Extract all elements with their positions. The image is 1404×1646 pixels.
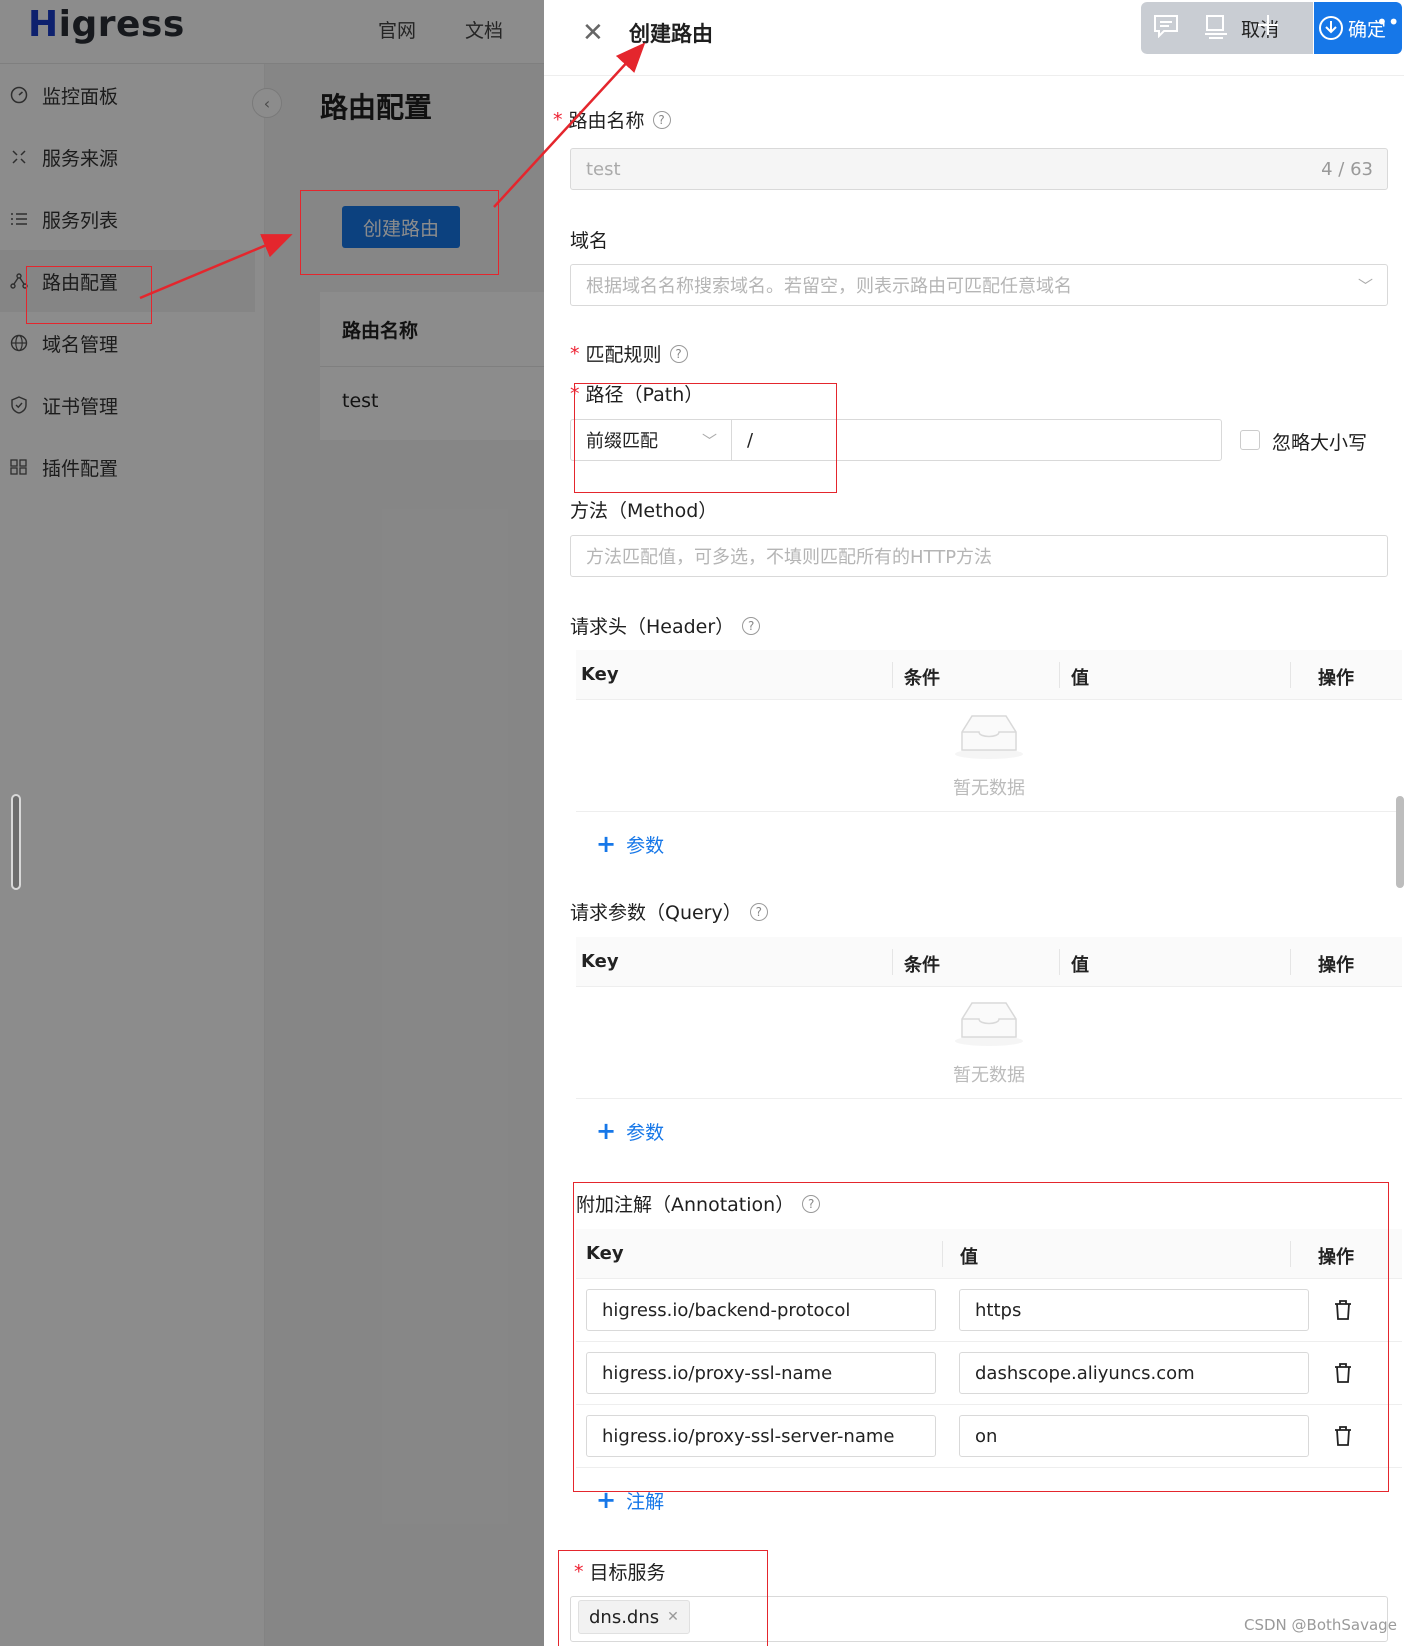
required-mark: * (553, 108, 563, 131)
drawer-title: 创建路由 (629, 22, 713, 46)
drawer-header: ✕ 创建路由 取消 确定 ••• (544, 0, 1404, 76)
help-icon[interactable]: ? (749, 902, 768, 921)
method-label: 方法（Method） (570, 500, 718, 522)
query-label: 请求参数（Query）? (570, 898, 768, 925)
more-icon[interactable]: ••• (1376, 10, 1404, 34)
query-table-head: Key 条件 值 操作 (576, 937, 1402, 987)
empty-inbox-icon (955, 1002, 1023, 1046)
add-header-param-button[interactable]: + 参数 (596, 830, 664, 858)
column-divider (892, 662, 893, 688)
screenshot-icon[interactable] (1204, 14, 1228, 40)
column-divider (1059, 662, 1060, 688)
column-header: 条件 (904, 955, 940, 976)
route-name-input[interactable]: test 4 / 63 (570, 148, 1388, 190)
highlight-target-service (558, 1550, 768, 1646)
query-table-empty: 暂无数据 (576, 987, 1402, 1099)
plus-icon: + (596, 1117, 617, 1145)
plus-icon[interactable] (1257, 14, 1279, 36)
cancel-button[interactable]: 取消 (1141, 2, 1313, 54)
required-mark: * (570, 342, 580, 365)
empty-text: 暂无数据 (953, 1065, 1025, 1086)
watermark: CSDN @BothSavage (1244, 1616, 1397, 1634)
column-header: Key (581, 951, 619, 972)
highlight-create-button (300, 190, 499, 275)
column-header: 操作 (1318, 955, 1354, 976)
column-header: 条件 (904, 668, 940, 689)
add-query-param-button[interactable]: + 参数 (596, 1117, 664, 1145)
comment-icon[interactable] (1153, 14, 1179, 38)
help-icon[interactable]: ? (742, 616, 761, 635)
column-divider (892, 949, 893, 975)
confirm-button[interactable]: 确定 ••• (1314, 2, 1404, 54)
drawer-actions: 取消 确定 ••• (1141, 2, 1404, 54)
column-header: 值 (1071, 668, 1089, 689)
match-rules-label: * 匹配规则? (570, 340, 688, 367)
char-counter: 4 / 63 (1321, 158, 1373, 180)
highlight-route-config (26, 266, 152, 324)
ignore-case-label[interactable]: 忽略大小写 (1272, 428, 1367, 455)
empty-text: 暂无数据 (953, 778, 1025, 799)
plus-icon: + (596, 830, 617, 858)
column-divider (1059, 949, 1060, 975)
help-icon[interactable]: ? (669, 344, 688, 363)
empty-inbox-icon (955, 715, 1023, 759)
column-divider (1290, 662, 1291, 688)
column-header: Key (581, 664, 619, 685)
column-header: 操作 (1318, 668, 1354, 689)
domain-select[interactable]: 根据域名名称搜索域名。若留空，则表示路由可匹配任意域名 ﹀ (570, 264, 1388, 306)
page-scrollbar[interactable] (11, 794, 21, 890)
close-icon[interactable]: ✕ (582, 18, 604, 48)
domain-label: 域名 (570, 230, 609, 252)
ignore-case-checkbox[interactable] (1240, 430, 1260, 450)
chevron-down-icon: ﹀ (1357, 276, 1373, 295)
method-select[interactable]: 方法匹配值，可多选，不填则匹配所有的HTTP方法 (570, 535, 1388, 577)
highlight-annotation (573, 1182, 1389, 1492)
header-label: 请求头（Header）? (570, 612, 761, 639)
header-table-head: Key 条件 值 操作 (576, 650, 1402, 700)
column-divider (1290, 949, 1291, 975)
header-table-empty: 暂无数据 (576, 700, 1402, 812)
column-header: 值 (1071, 955, 1089, 976)
drawer-scrollbar[interactable] (1396, 796, 1404, 888)
highlight-path (574, 383, 837, 493)
help-icon[interactable]: ? (652, 110, 671, 129)
route-name-label: * 路由名称? (553, 106, 671, 133)
download-icon[interactable] (1318, 15, 1344, 41)
